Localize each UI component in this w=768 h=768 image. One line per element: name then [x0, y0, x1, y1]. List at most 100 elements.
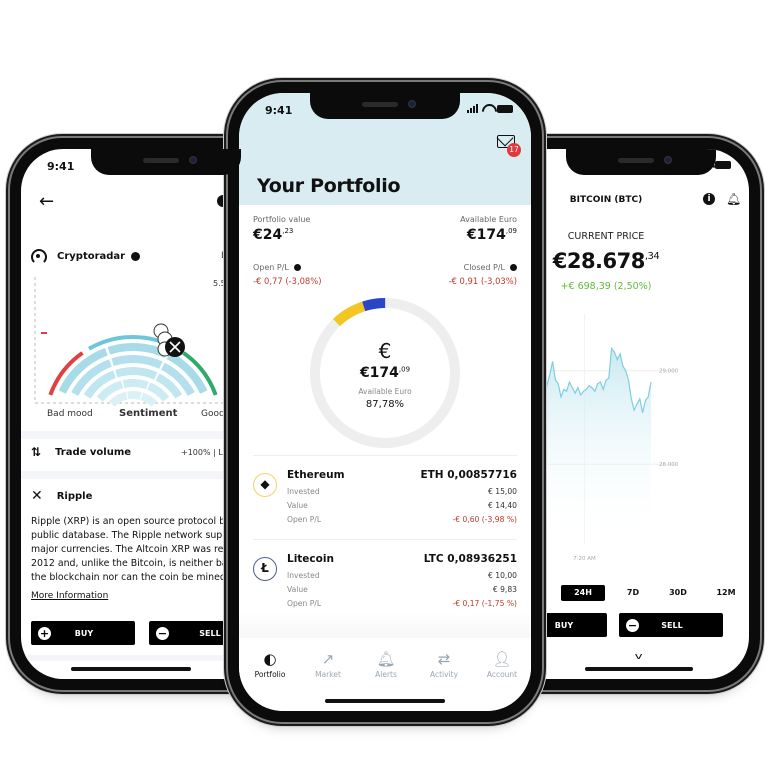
y-tick-label: 28.000: [659, 462, 679, 468]
period-12m[interactable]: 12M: [704, 585, 748, 601]
bell-icon: 🔔︎: [376, 650, 396, 668]
value-label: Value: [287, 501, 308, 510]
buy-button[interactable]: + BUY: [31, 621, 135, 645]
tab-label: Market: [315, 670, 341, 679]
available-euro-label: Available Euro: [460, 215, 517, 224]
portfolio-value-label: Portfolio value: [253, 215, 311, 224]
swap-arrows-icon: ⇄: [437, 650, 451, 668]
divider: [253, 539, 517, 540]
chevron-down-icon[interactable]: v: [635, 652, 643, 662]
plus-icon: +: [38, 626, 51, 640]
open-pl-label: Open P/L: [287, 599, 322, 608]
axis-label-bad: Bad mood: [47, 409, 93, 419]
cryptoradar-label: Cryptoradar: [57, 250, 126, 262]
period-30d[interactable]: 30D: [656, 585, 700, 601]
divider: [253, 455, 517, 456]
open-pl-row: Open P/L -€ 0,17 (-1,75 %): [287, 599, 517, 608]
tab-market[interactable]: ↗ Market: [299, 650, 357, 679]
home-indicator: [71, 667, 191, 671]
sentiment-radar-chart: 5.550: [33, 275, 253, 425]
ring-percent: 87,78%: [365, 399, 405, 410]
value-value: € 9,83: [492, 585, 517, 594]
open-pl-value: -€ 0,17 (-1,75 %): [452, 599, 517, 608]
battery-icon: [497, 105, 513, 113]
minus-icon: −: [626, 618, 639, 632]
home-indicator: [325, 699, 445, 703]
litecoin-logo-icon: Ł: [253, 557, 277, 581]
closed-pl-label: Closed P/L: [463, 263, 505, 272]
holding-name: Ethereum: [287, 469, 345, 481]
holding-ethereum[interactable]: ◆ Ethereum ETH 0,00857716 Invested € 15,0…: [239, 459, 531, 549]
coin-description: Ripple (XRP) is an open source protocol …: [31, 515, 251, 585]
info-icon[interactable]: [293, 264, 301, 271]
description-line: the blockchain nor can the coin be mined…: [31, 572, 229, 583]
tab-label: Activity: [429, 670, 459, 679]
value-label: Value: [287, 585, 308, 594]
invested-value: € 10,00: [488, 571, 517, 580]
invested-row: Invested € 15,00: [287, 487, 517, 496]
value-value: € 14,40: [488, 501, 517, 510]
radar-arc-2-1: [111, 355, 163, 369]
y-tick-label: 29.000: [659, 369, 679, 375]
more-information-link[interactable]: More Information: [31, 591, 108, 601]
value-row: Value € 9,83: [287, 585, 517, 594]
tab-activity[interactable]: ⇄ Activity: [415, 650, 473, 679]
center-screen: 9:41 17 Your Portfolio Portfolio value €…: [239, 93, 531, 711]
closed-pl-header: Closed P/L: [464, 263, 517, 272]
tab-label: Portfolio: [254, 670, 286, 679]
description-line: Ripple (XRP) is an open source protocol …: [31, 516, 248, 527]
x-tick-label: 7:20 AM: [573, 556, 596, 562]
description-line: 2012 and, unlike the Bitcoin, is neither…: [31, 558, 245, 569]
description-line: major currencies. The Altcoin XRP was re…: [31, 544, 243, 555]
holding-amount: LTC 0,08936251: [423, 553, 517, 565]
open-pl-header: Open P/L: [253, 263, 301, 272]
radar-arcs: [48, 335, 218, 407]
coin-name: Ripple: [56, 490, 93, 502]
ethereum-logo-icon: ◆: [253, 473, 277, 497]
info-icon[interactable]: [510, 264, 517, 271]
price-main: €28.678: [552, 249, 646, 273]
invested-label: Invested: [287, 571, 320, 580]
invested-value: € 15,00: [488, 487, 517, 496]
portfolio-value: €24,23: [253, 227, 293, 243]
signal-icon: [305, 160, 310, 169]
ring-amount: €174,09: [305, 365, 465, 381]
tab-portfolio[interactable]: ◐ Portfolio: [241, 650, 299, 679]
sell-button[interactable]: − SELL: [619, 613, 723, 637]
ring-amount-cents: ,09: [398, 365, 411, 374]
sort-arrows-icon: ⇅: [31, 445, 42, 459]
tab-alerts[interactable]: 🔔︎ Alerts: [357, 650, 415, 679]
bell-icon[interactable]: 🔔︎: [726, 192, 741, 206]
holding-name: Litecoin: [287, 553, 334, 565]
info-icon[interactable]: [131, 251, 141, 261]
axis-label-sentiment: Sentiment: [119, 408, 178, 419]
back-arrow-icon[interactable]: ←: [39, 191, 54, 212]
available-euro: €174,09: [467, 227, 517, 243]
period-7d[interactable]: 7D: [611, 585, 655, 601]
tab-label: Account: [486, 670, 518, 679]
minus-icon: −: [156, 626, 169, 640]
invested-row: Invested € 10,00: [287, 571, 517, 580]
market-trend-icon: ↗: [321, 650, 335, 668]
status-time: 9:41: [265, 104, 293, 117]
info-icon[interactable]: i: [703, 193, 715, 205]
portfolio-icon: ◐: [263, 650, 277, 668]
radar-icon: [31, 249, 47, 265]
invested-label: Invested: [287, 487, 320, 496]
period-24h[interactable]: 24H: [561, 585, 605, 601]
open-pl-value: -€ 0,60 (-3,98 %): [452, 515, 517, 524]
radar-arc-1-1: [107, 343, 168, 358]
sentiment-arc-svg: [34, 277, 253, 407]
ripple-logo-icon: ✕: [31, 488, 43, 504]
axis-label-good: Good: [201, 409, 225, 419]
open-pl-label: Open P/L: [287, 515, 322, 524]
radar-arc-3-1: [115, 367, 158, 380]
coin-markers: [153, 323, 185, 357]
open-pl-value: -€ 0,77 (-3,08%): [253, 276, 322, 286]
description-line: public database. The Ripple network supp…: [31, 530, 242, 541]
price-cents: ,34: [644, 251, 660, 262]
radar-arc-4-1: [122, 379, 149, 390]
portfolio-value-main: €24: [253, 227, 283, 243]
tab-label: Alerts: [375, 670, 397, 679]
tab-account[interactable]: 👤︎ Account: [473, 650, 531, 679]
